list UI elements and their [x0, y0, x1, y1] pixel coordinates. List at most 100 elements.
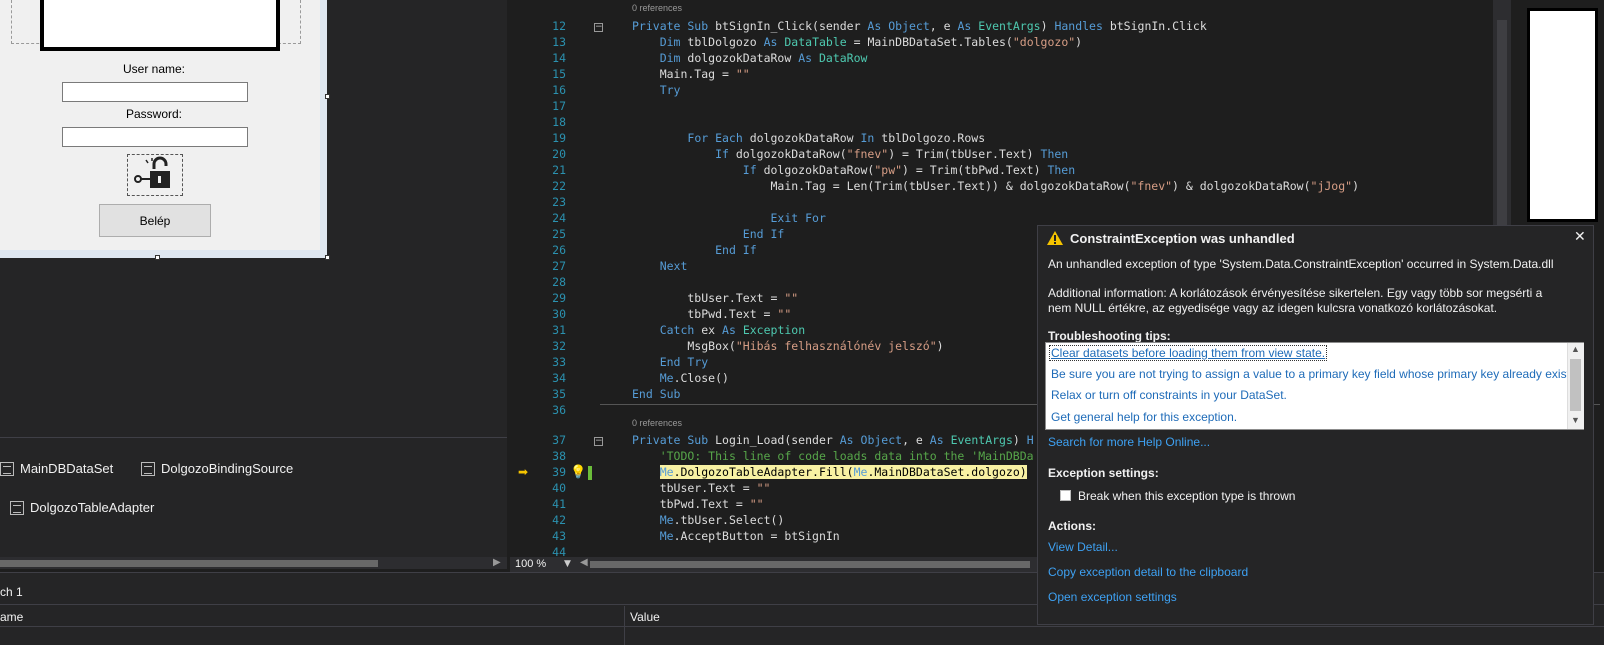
- view-detail-link[interactable]: View Detail...: [1048, 540, 1118, 554]
- line-number: 21: [552, 163, 566, 177]
- watch-tab[interactable]: ch 1: [0, 585, 23, 599]
- tray-item-label: DolgozoTableAdapter: [30, 500, 155, 515]
- zoom-level[interactable]: 100 %: [515, 558, 546, 570]
- code-line-41[interactable]: tbPwd.Text = "": [632, 497, 764, 511]
- codelens-references[interactable]: 0 references: [632, 418, 682, 428]
- dataset-icon: [0, 461, 14, 476]
- code-line-33[interactable]: End Try: [632, 355, 708, 369]
- copy-exception-detail-link[interactable]: Copy exception detail to the clipboard: [1048, 565, 1248, 579]
- line-number: 14: [552, 51, 566, 65]
- lightbulb-icon[interactable]: 💡: [570, 465, 586, 480]
- tray-item-maindbdataset[interactable]: MainDBDataSet: [0, 461, 113, 476]
- resize-handle[interactable]: [155, 255, 160, 260]
- tray-item-label: DolgozoBindingSource: [161, 461, 294, 476]
- tip-link[interactable]: Get general help for this exception.: [1051, 410, 1237, 424]
- code-line-40[interactable]: tbUser.Text = "": [632, 481, 771, 495]
- code-line-12[interactable]: Private Sub btSignIn_Click(sender As Obj…: [632, 19, 1207, 33]
- break-when-thrown-checkbox[interactable]: [1060, 490, 1071, 501]
- line-number: 35: [552, 387, 566, 401]
- line-number: 28: [552, 275, 566, 289]
- exception-title: ConstraintException was unhandled: [1070, 231, 1295, 246]
- code-line-29[interactable]: tbUser.Text = "": [632, 291, 798, 305]
- form-designer: User name: Password: Belép MainDBDataSet…: [0, 0, 507, 569]
- exception-message: An unhandled exception of type 'System.D…: [1048, 257, 1554, 271]
- code-line-13[interactable]: Dim tblDolgozo As DataTable = MainDBData…: [632, 35, 1082, 49]
- code-line-42[interactable]: Me.tbUser.Select(): [632, 513, 785, 527]
- troubleshooting-heading: Troubleshooting tips:: [1048, 329, 1171, 343]
- picture-box[interactable]: [40, 0, 280, 51]
- code-line-22[interactable]: Main.Tag = Len(Trim(tbUser.Text)) & dolg…: [632, 179, 1359, 193]
- line-number: 12: [552, 19, 566, 33]
- code-line-31[interactable]: Catch ex As Exception: [632, 323, 805, 337]
- code-line-21[interactable]: If dolgozokDataRow("pw") = Trim(tbPwd.Te…: [632, 163, 1075, 177]
- open-exception-settings-link[interactable]: Open exception settings: [1048, 590, 1177, 604]
- tips-scrollbar[interactable]: ▲ ▼: [1567, 343, 1584, 429]
- line-number: 27: [552, 259, 566, 273]
- tip-link[interactable]: Be sure you are not trying to assign a v…: [1051, 367, 1579, 381]
- line-number: 31: [552, 323, 566, 337]
- code-line-25[interactable]: End If: [632, 227, 785, 241]
- code-line-16[interactable]: Try: [632, 83, 681, 97]
- line-number: 40: [552, 481, 566, 495]
- line-number: 26: [552, 243, 566, 257]
- scroll-up-icon[interactable]: ▲: [1571, 344, 1580, 354]
- column-header-value[interactable]: Value: [630, 610, 660, 624]
- exception-helper-popup: ConstraintException was unhandled ✕ An u…: [1037, 225, 1594, 625]
- password-textbox[interactable]: [62, 127, 248, 147]
- password-label: Password:: [125, 107, 183, 121]
- collapse-icon[interactable]: −: [594, 437, 603, 446]
- code-line-35[interactable]: End Sub: [632, 387, 680, 401]
- tray-item-label: MainDBDataSet: [20, 461, 114, 476]
- tip-link[interactable]: Clear datasets before loading them from …: [1049, 345, 1328, 361]
- code-line-26[interactable]: End If: [632, 243, 757, 257]
- tray-item-dolgozotableadapter[interactable]: DolgozoTableAdapter: [10, 500, 154, 515]
- line-number: 33: [552, 355, 566, 369]
- scroll-down-icon[interactable]: ▼: [1571, 415, 1580, 425]
- scroll-left-icon[interactable]: ◀: [580, 557, 588, 568]
- break-when-thrown-label[interactable]: Break when this exception type is thrown: [1078, 489, 1295, 503]
- code-line-15[interactable]: Main.Tag = "": [632, 67, 750, 81]
- line-number: 38: [552, 449, 566, 463]
- code-line-39[interactable]: Me.DolgozoTableAdapter.Fill(Me.MainDBDat…: [632, 465, 1027, 479]
- column-header-name[interactable]: ame: [0, 610, 23, 624]
- line-number: 13: [552, 35, 566, 49]
- tray-item-dolgozobindingsource[interactable]: DolgozoBindingSource: [141, 461, 293, 476]
- user-name-textbox[interactable]: [62, 82, 248, 102]
- code-line-38[interactable]: 'TODO: This line of code loads data into…: [632, 449, 1034, 463]
- codelens-references[interactable]: 0 references: [632, 3, 682, 13]
- tips-scroll-thumb[interactable]: [1570, 359, 1581, 411]
- resize-handle[interactable]: [325, 255, 330, 260]
- editor-horizontal-scroll-thumb[interactable]: [590, 561, 1030, 568]
- code-line-20[interactable]: If dolgozokDataRow("fnev") = Trim(tbUser…: [632, 147, 1068, 161]
- code-line-27[interactable]: Next: [632, 259, 688, 273]
- search-help-online-link[interactable]: Search for more Help Online...: [1048, 435, 1210, 449]
- designer-scroll-thumb[interactable]: [0, 560, 378, 567]
- close-icon[interactable]: ✕: [1574, 228, 1586, 245]
- lock-open-icon: [134, 156, 170, 188]
- code-line-30[interactable]: tbPwd.Text = "": [632, 307, 791, 321]
- scroll-right-icon[interactable]: ▶: [493, 557, 501, 568]
- code-line-37[interactable]: Private Sub Login_Load(sender As Object,…: [632, 433, 1034, 447]
- line-number: 20: [552, 147, 566, 161]
- code-line-43[interactable]: Me.AcceptButton = btSignIn: [632, 529, 840, 543]
- resize-handle[interactable]: [325, 94, 330, 99]
- user-name-label: User name:: [122, 62, 186, 76]
- line-number: 22: [552, 179, 566, 193]
- code-line-19[interactable]: For Each dolgozokDataRow In tblDolgozo.R…: [632, 131, 985, 145]
- code-line-24[interactable]: Exit For: [632, 211, 825, 225]
- component-tray: MainDBDataSet DolgozoBindingSource Dolgo…: [0, 437, 507, 558]
- line-number: 32: [552, 339, 566, 353]
- login-button[interactable]: Belép: [99, 204, 211, 237]
- line-number: 37: [552, 433, 566, 447]
- collapse-icon[interactable]: −: [594, 23, 603, 32]
- map-preview: [1527, 8, 1598, 222]
- code-line-32[interactable]: MsgBox("Hibás felhasználónév jelszó"): [632, 339, 943, 353]
- login-form[interactable]: User name: Password: Belép: [0, 0, 330, 260]
- zoom-dropdown-icon[interactable]: ▼: [564, 559, 571, 569]
- troubleshooting-tips-list[interactable]: Clear datasets before loading them from …: [1045, 342, 1584, 430]
- lock-picture-box[interactable]: [127, 154, 183, 196]
- code-line-34[interactable]: Me.Close(): [632, 371, 729, 385]
- tip-link[interactable]: Relax or turn off constraints in your Da…: [1051, 388, 1287, 402]
- code-line-14[interactable]: Dim dolgozokDataRow As DataRow: [632, 51, 868, 65]
- line-number: 17: [552, 99, 566, 113]
